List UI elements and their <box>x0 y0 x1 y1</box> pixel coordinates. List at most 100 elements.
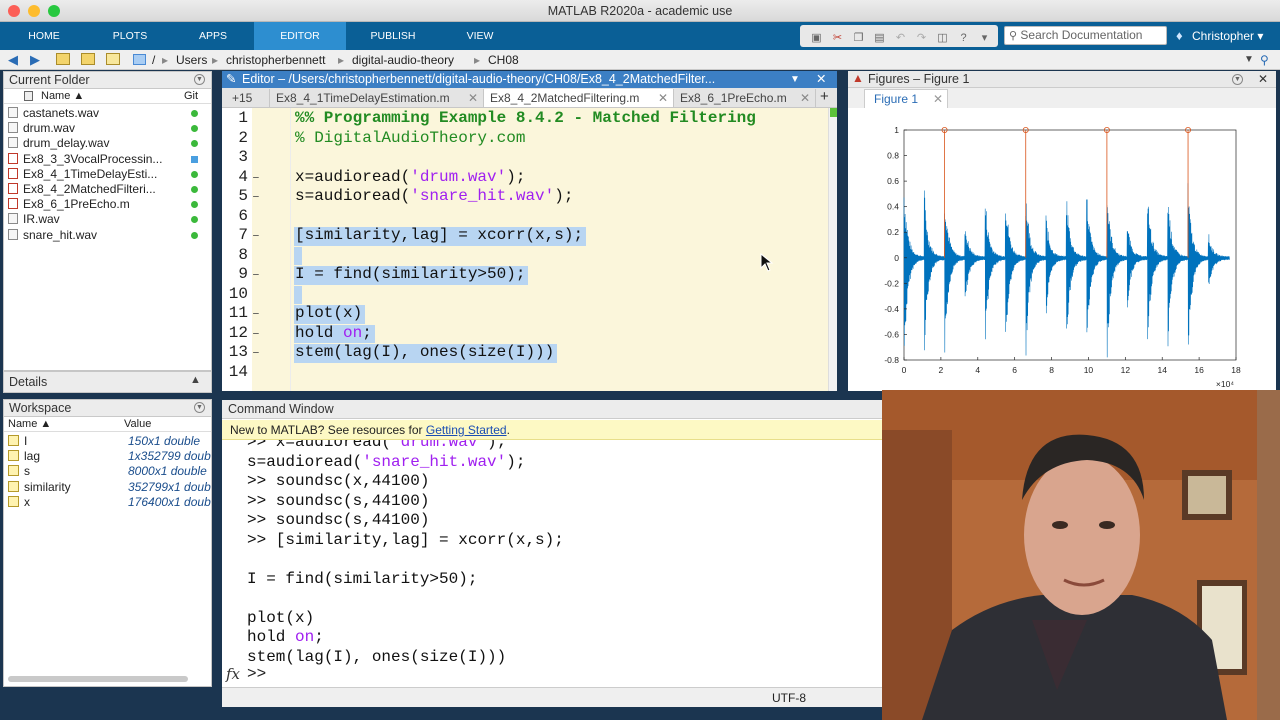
search-documentation-input[interactable]: ⚲ Search Documentation <box>1004 26 1167 45</box>
fx-function-browser-icon[interactable]: fx <box>226 665 240 683</box>
panel-menu-icon[interactable]: ▼ <box>194 402 205 413</box>
workspace-variable[interactable]: similarity 352799x1 doub <box>8 480 213 495</box>
close-tab-icon[interactable]: ✕ <box>800 89 810 107</box>
file-list-item[interactable]: drum_delay.wav <box>8 136 109 151</box>
tab-home[interactable]: HOME <box>0 22 88 50</box>
editor-scrollbar[interactable] <box>828 108 837 391</box>
path-segment-project[interactable]: digital-audio-theory <box>352 50 454 70</box>
tab-publish[interactable]: PUBLISH <box>346 22 440 50</box>
variable-value: 352799x1 doub <box>128 479 211 494</box>
file-list-item[interactable]: snare_hit.wav <box>8 228 97 243</box>
up-folder-icon[interactable] <box>56 53 70 65</box>
bell-icon[interactable]: ♦ <box>1176 28 1183 43</box>
line-number: 14 <box>228 362 248 381</box>
breakpoint-marker[interactable]: – <box>252 170 260 185</box>
getting-started-banner: New to MATLAB? See resources for Getting… <box>222 420 882 440</box>
overflow-tabs[interactable]: +15 <box>226 89 270 107</box>
file-list-item[interactable]: IR.wav <box>8 212 60 227</box>
tab-ex8-4-2[interactable]: Ex8_4_2MatchedFiltering.m ✕ <box>484 89 674 107</box>
editor-close-icon[interactable]: ✕ <box>816 71 826 88</box>
breakpoint-marker[interactable]: – <box>252 267 260 282</box>
new-tab-plus-icon[interactable]: + <box>820 88 829 105</box>
breakpoint-marker[interactable]: – <box>252 189 260 204</box>
breakpoint-marker[interactable]: – <box>252 228 260 243</box>
collapse-chevron-icon[interactable]: ▲ <box>190 374 201 386</box>
column-git[interactable]: Git <box>184 89 198 104</box>
help-icon[interactable]: ? <box>956 31 971 46</box>
wav-file-icon <box>8 213 18 225</box>
getting-started-link[interactable]: Getting Started <box>426 423 507 437</box>
browse-folder-icon[interactable] <box>81 53 95 65</box>
close-tab-icon[interactable]: ✕ <box>658 89 668 107</box>
copy-icon[interactable]: ❐ <box>851 31 866 46</box>
back-arrow-icon[interactable]: ◀ <box>8 50 18 70</box>
file-list-item[interactable]: Ex8_4_2MatchedFilteri... <box>8 182 156 197</box>
undo-icon[interactable]: ↶ <box>893 31 908 46</box>
file-list-item[interactable]: castanets.wav <box>8 106 99 121</box>
breakpoint-marker[interactable]: – <box>252 326 260 341</box>
minimize-window-button[interactable] <box>28 5 40 17</box>
file-list-item[interactable]: Ex8_3_3VocalProcessin... <box>8 152 162 167</box>
tab-label: Ex8_4_1TimeDelayEstimation.m <box>276 91 450 105</box>
search-folder-icon[interactable] <box>106 53 120 65</box>
workspace-variable[interactable]: I 150x1 double <box>8 434 213 449</box>
command-prompt[interactable]: >> <box>247 665 266 683</box>
path-segment-users[interactable]: Users <box>176 50 207 70</box>
variable-list: I 150x1 double lag 1x352799 doub s 8000x1 dou… <box>4 432 211 632</box>
tab-apps[interactable]: APPS <box>172 22 254 50</box>
workspace-variable[interactable]: s 8000x1 double <box>8 464 213 479</box>
workspace-scrollbar[interactable] <box>8 676 188 682</box>
zoom-window-button[interactable] <box>48 5 60 17</box>
search-icon: ⚲ <box>1009 30 1018 42</box>
figure-close-icon[interactable]: ✕ <box>1258 72 1268 86</box>
breakpoint-marker[interactable]: – <box>252 345 260 360</box>
file-list-item[interactable]: Ex8_6_1PreEcho.m <box>8 197 130 212</box>
figure-menu-icon[interactable]: ▼ <box>1232 74 1243 85</box>
workspace-variable[interactable]: lag 1x352799 doub <box>8 449 213 464</box>
folder-search-icon[interactable]: ⚲ <box>1260 50 1269 70</box>
panel-menu-icon[interactable]: ▼ <box>194 74 205 85</box>
workspace-variable[interactable]: x 176400x1 doub <box>8 495 213 510</box>
code-line: I = find(similarity>50); <box>295 265 526 283</box>
forward-arrow-icon[interactable]: ▶ <box>30 50 40 70</box>
path-root[interactable]: / <box>152 50 155 70</box>
tab-ex8-6-1[interactable]: Ex8_6_1PreEcho.m ✕ <box>674 89 816 107</box>
column-name[interactable]: Name ▲ <box>41 89 84 104</box>
column-name[interactable]: Name ▲ <box>8 417 51 432</box>
close-window-button[interactable] <box>8 5 20 17</box>
path-segment-user[interactable]: christopherbennett <box>226 50 325 70</box>
tab-ex8-4-1[interactable]: Ex8_4_1TimeDelayEstimation.m ✕ <box>270 89 484 107</box>
file-list-item[interactable]: Ex8_4_1TimeDelayEsti... <box>8 167 157 182</box>
path-segment-ch08[interactable]: CH08 <box>488 50 519 70</box>
switch-windows-icon[interactable]: ◫ <box>935 31 950 46</box>
workspace-columns: Name ▲ Value <box>4 417 211 432</box>
line-number: 5 <box>238 187 248 205</box>
x-tick-label: 14 <box>1157 365 1167 375</box>
window-title-bar: MATLAB R2020a - academic use <box>0 0 1280 22</box>
path-dropdown-icon[interactable]: ▼ <box>1244 50 1254 70</box>
line-number: 11 <box>228 304 248 322</box>
figure-title-bar: ▲ Figures – Figure 1 ▼ ✕ <box>848 71 1276 88</box>
plot-svg[interactable]: 0 2 4 6 8 10 12 14 16 18 1 0.8 0.6 0.4 0.2 0 -0.2 -0.4 -0.… <box>848 108 1276 391</box>
cut-icon[interactable]: ✂ <box>830 31 845 46</box>
column-value[interactable]: Value <box>124 417 151 432</box>
file-list-item[interactable]: drum.wav <box>8 121 75 136</box>
tab-plots[interactable]: PLOTS <box>88 22 172 50</box>
command-window: Command Window New to MATLAB? See resour… <box>222 400 882 687</box>
options-icon[interactable]: ▾ <box>977 31 992 46</box>
path-separator-icon: ▸ <box>338 53 345 67</box>
search-placeholder: Search Documentation <box>1020 28 1143 42</box>
close-tab-icon[interactable]: ✕ <box>468 89 478 107</box>
editor-menu-icon[interactable]: ▼ <box>790 71 800 88</box>
breakpoint-marker[interactable]: – <box>252 306 260 321</box>
save-icon[interactable]: ▣ <box>809 31 824 46</box>
tab-editor[interactable]: EDITOR <box>254 22 346 50</box>
paste-icon[interactable]: ▤ <box>872 31 887 46</box>
code-area[interactable]: 1 %% Programming Example 8.4.2 - Matched … <box>222 108 828 391</box>
tab-figure-1[interactable]: Figure 1 ✕ <box>864 89 948 108</box>
redo-icon[interactable]: ↷ <box>914 31 929 46</box>
user-menu[interactable]: Christopher ▾ <box>1192 22 1263 50</box>
variable-icon <box>8 495 19 507</box>
close-tab-icon[interactable]: ✕ <box>933 90 943 108</box>
tab-view[interactable]: VIEW <box>440 22 520 50</box>
